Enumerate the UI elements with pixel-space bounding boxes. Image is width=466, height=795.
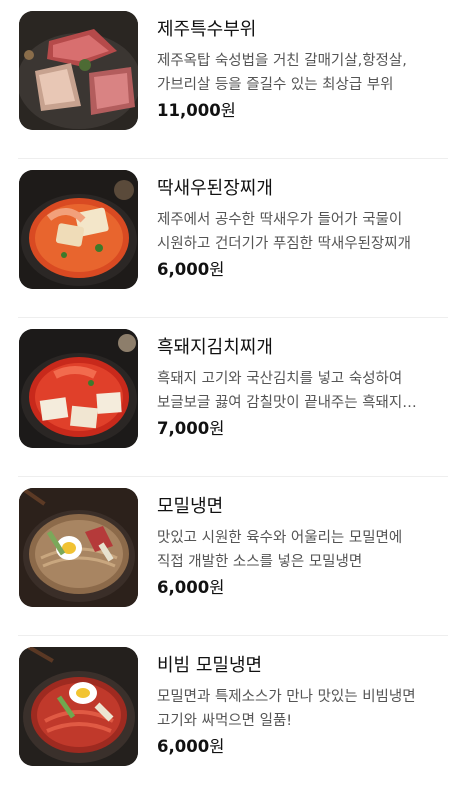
menu-item-description: 제주옥탑 숙성법을 거친 갈매기살,항정살, 가브리살 등을 즐길수 있는 최상… xyxy=(157,49,449,97)
price-value: 6,000 xyxy=(157,260,210,279)
menu-item-price: 6,000원 xyxy=(157,577,224,599)
menu-item-description: 흑돼지 고기와 국산김치를 넣고 숙성하여 보글보글 끓여 감칠맛이 끝내주는 … xyxy=(157,367,449,415)
description-line: 제주옥탑 숙성법을 거친 갈매기살,항정살, xyxy=(157,53,407,69)
grilled-pork-cuts-image xyxy=(19,11,138,130)
price-unit: 원 xyxy=(209,737,225,756)
menu-item-price: 6,000원 xyxy=(157,259,224,281)
description-line: 흑돼지 고기와 국산김치를 넣고 숙성하여 xyxy=(157,371,403,387)
cold-buckwheat-noodles-image xyxy=(19,488,138,607)
menu-item-description: 모밀면과 특제소스가 만나 맛있는 비빔냉면 고기와 싸먹으면 일품! xyxy=(157,685,449,733)
spicy-buckwheat-noodles-icon xyxy=(19,647,138,766)
kimchi-stew-icon xyxy=(19,329,138,448)
price-unit: 원 xyxy=(209,260,225,279)
menu-item-price: 6,000원 xyxy=(157,736,224,758)
menu-item-name: 모밀냉면 xyxy=(157,496,224,517)
menu-item-cold-buckwheat-noodles[interactable]: 모밀냉면 맛있고 시원한 육수와 어울리는 모밀면에 직접 개발한 소스를 넣은… xyxy=(0,477,466,636)
description-line: 모밀면과 특제소스가 만나 맛있는 비빔냉면 xyxy=(157,689,416,705)
description-line: 시원하고 건더기가 푸짐한 딱새우된장찌개 xyxy=(157,236,411,252)
shrimp-doenjang-stew-icon xyxy=(19,170,138,289)
spicy-buckwheat-noodles-image xyxy=(19,647,138,766)
menu-item-black-pork-kimchi-stew[interactable]: 흑돼지김치찌개 흑돼지 고기와 국산김치를 넣고 숙성하여 보글보글 끓여 감칠… xyxy=(0,318,466,477)
description-line: 고기와 싸먹으면 일품! xyxy=(157,713,293,729)
menu-item-description: 맛있고 시원한 육수와 어울리는 모밀면에 직접 개발한 소스를 넣은 모밀냉면 xyxy=(157,526,449,574)
description-line: 제주에서 공수한 딱새우가 들어가 국물이 xyxy=(157,212,403,228)
menu-item-name: 흑돼지김치찌개 xyxy=(157,337,273,358)
price-value: 6,000 xyxy=(157,578,210,597)
menu-item-description: 제주에서 공수한 딱새우가 들어가 국물이 시원하고 건더기가 푸짐한 딱새우된… xyxy=(157,208,449,256)
price-unit: 원 xyxy=(220,101,236,120)
cold-buckwheat-noodles-icon xyxy=(19,488,138,607)
price-value: 6,000 xyxy=(157,737,210,756)
price-value: 11,000 xyxy=(157,101,221,120)
menu-item-price: 11,000원 xyxy=(157,100,236,122)
menu-item-spicy-buckwheat-noodles[interactable]: 비빔 모밀냉면 모밀면과 특제소스가 만나 맛있는 비빔냉면 고기와 싸먹으면 … xyxy=(0,636,466,795)
price-unit: 원 xyxy=(209,578,225,597)
description-line: 맛있고 시원한 육수와 어울리는 모밀면에 xyxy=(157,530,403,546)
description-line: 직접 개발한 소스를 넣은 모밀냉면 xyxy=(157,554,363,570)
menu-item-shrimp-doenjang-stew[interactable]: 딱새우된장찌개 제주에서 공수한 딱새우가 들어가 국물이 시원하고 건더기가 … xyxy=(0,159,466,318)
price-unit: 원 xyxy=(209,419,225,438)
menu-item-name: 딱새우된장찌개 xyxy=(157,178,273,199)
grilled-pork-cuts-icon xyxy=(19,11,138,130)
description-line: 보글보글 끓여 감칠맛이 끝내주는 흑돼지… xyxy=(157,395,417,411)
price-value: 7,000 xyxy=(157,419,210,438)
kimchi-stew-image xyxy=(19,329,138,448)
menu-item-price: 7,000원 xyxy=(157,418,224,440)
shrimp-doenjang-stew-image xyxy=(19,170,138,289)
menu-list: 제주특수부위 제주옥탑 숙성법을 거친 갈매기살,항정살, 가브리살 등을 즐길… xyxy=(0,0,466,785)
menu-item-name: 비빔 모밀냉면 xyxy=(157,655,263,676)
menu-item-jeju-special-cuts[interactable]: 제주특수부위 제주옥탑 숙성법을 거친 갈매기살,항정살, 가브리살 등을 즐길… xyxy=(0,0,466,159)
menu-item-name: 제주특수부위 xyxy=(157,19,257,40)
description-line: 가브리살 등을 즐길수 있는 최상급 부위 xyxy=(157,77,394,93)
